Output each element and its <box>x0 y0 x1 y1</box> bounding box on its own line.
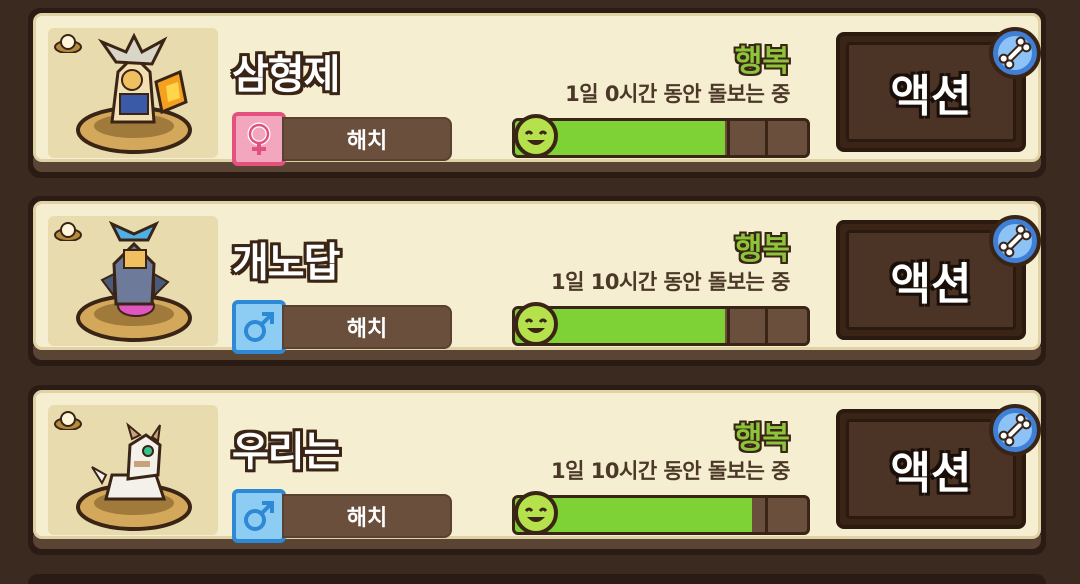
male-symbol-icon <box>244 501 274 531</box>
pet-list: 삼형제 해치 행복 1일 0시간 동안 돌보는 중 액션 개노답 해치 행복 1… <box>0 0 1080 584</box>
bone-badge-icon[interactable] <box>988 403 1042 457</box>
bone-badge-icon[interactable] <box>988 26 1042 80</box>
bar-divider <box>765 498 768 532</box>
card-body: 개노답 해치 행복 1일 10시간 동안 돌보는 중 액션 <box>33 201 1042 354</box>
pet-card: 우리는 해치 행복 1일 10시간 동안 돌보는 중 액션 <box>28 385 1046 555</box>
status-label: 해치 <box>282 494 452 538</box>
pet-card: 삼형제 해치 행복 1일 0시간 동안 돌보는 중 액션 <box>28 8 1046 178</box>
smiley-face-icon <box>514 302 558 346</box>
mood-label: 행복 <box>734 232 790 267</box>
care-duration-text: 1일 10시간 동안 돌보는 중 <box>551 459 790 483</box>
card-body: 삼형제 해치 행복 1일 0시간 동안 돌보는 중 액션 <box>33 13 1042 166</box>
male-symbol-icon <box>244 312 274 342</box>
gender-badge-female <box>232 112 286 166</box>
gender-badge-male <box>232 300 286 354</box>
care-duration-text: 1일 0시간 동안 돌보는 중 <box>565 82 790 106</box>
status-label: 해치 <box>282 305 452 349</box>
bar-divider <box>727 121 730 155</box>
bone-badge-icon[interactable] <box>988 214 1042 268</box>
pet-portrait-icon[interactable] <box>72 220 202 346</box>
bar-divider <box>727 309 730 343</box>
status-label: 해치 <box>282 117 452 161</box>
care-duration-text: 1일 10시간 동안 돌보는 중 <box>551 270 790 294</box>
bar-divider <box>765 121 768 155</box>
card-body: 우리는 해치 행복 1일 10시간 동안 돌보는 중 액션 <box>33 390 1042 543</box>
smiley-face-icon <box>514 491 558 535</box>
female-symbol-icon <box>247 122 271 155</box>
next-card-edge <box>28 574 1046 584</box>
pet-name: 개노답 <box>232 240 340 286</box>
bar-divider <box>765 309 768 343</box>
mood-label: 행복 <box>734 421 790 456</box>
mood-label: 행복 <box>734 44 790 79</box>
pet-card: 개노답 해치 행복 1일 10시간 동안 돌보는 중 액션 <box>28 196 1046 366</box>
pet-portrait-icon[interactable] <box>72 409 202 535</box>
gender-badge-male <box>232 489 286 543</box>
smiley-face-icon <box>514 114 558 158</box>
pet-portrait-icon[interactable] <box>72 32 202 158</box>
pet-name: 우리는 <box>232 429 340 475</box>
pet-name: 삼형제 <box>232 52 340 98</box>
